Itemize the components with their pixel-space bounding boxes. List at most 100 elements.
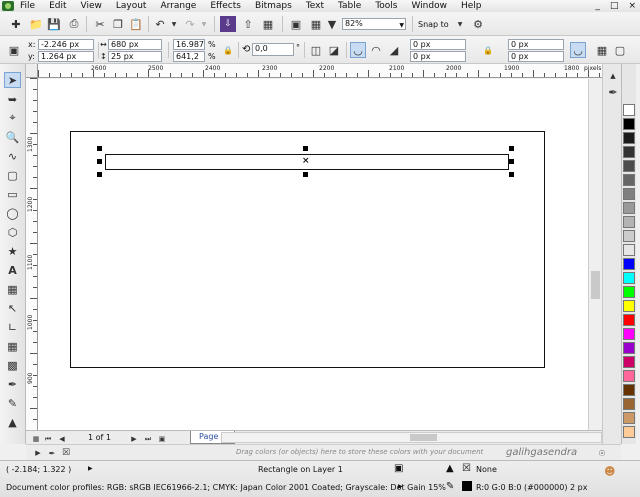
horizontal-ruler[interactable]: 2600 2500 2400 2300 2200 2100 2000 1900 … xyxy=(38,64,602,78)
palette-swatch[interactable] xyxy=(623,328,635,340)
app-icon[interactable] xyxy=(2,1,14,11)
palette-swatch[interactable] xyxy=(623,244,635,256)
drawing-canvas[interactable]: × xyxy=(38,79,588,430)
rectangle-tool-icon[interactable]: ▭ xyxy=(4,186,21,202)
menu-layout[interactable]: Layout xyxy=(116,1,147,11)
height-field[interactable]: 25 px xyxy=(108,51,162,62)
polygon-tool-icon[interactable]: ⬡ xyxy=(4,224,21,240)
crop-tool-icon[interactable]: ⌖ xyxy=(4,110,21,126)
width-field[interactable]: 680 px xyxy=(108,39,162,50)
fill-tool-icon[interactable]: ▲ xyxy=(4,414,21,430)
ellipse-tool-icon[interactable]: ◯ xyxy=(4,205,21,221)
palette-swatch[interactable] xyxy=(623,426,635,438)
eyedropper-tool-icon[interactable]: ✒ xyxy=(4,376,21,392)
selection-handle[interactable] xyxy=(97,159,102,164)
menu-view[interactable]: View xyxy=(81,1,102,11)
palette-swatch[interactable] xyxy=(623,258,635,270)
to-front-icon[interactable]: ▢ xyxy=(612,42,628,58)
welcome-screen-icon[interactable]: ▣ xyxy=(288,16,304,32)
palette-swatch[interactable] xyxy=(623,370,635,382)
palette-swatch[interactable] xyxy=(623,132,635,144)
ruler-origin[interactable] xyxy=(26,64,38,78)
palette-scroll-up-icon[interactable]: ▲ xyxy=(605,68,621,84)
corner-radius-top-left[interactable]: 0 px xyxy=(410,39,466,50)
parallel-dimension-tool-icon[interactable]: ↖ xyxy=(4,300,21,316)
horizontal-scroll-thumb[interactable] xyxy=(410,434,437,441)
export-icon[interactable]: ⇧ xyxy=(240,16,256,32)
menu-help[interactable]: Help xyxy=(461,1,482,11)
import-icon[interactable]: ⇩ xyxy=(220,16,236,32)
menu-file[interactable]: File xyxy=(20,1,35,11)
vertical-scroll-thumb[interactable] xyxy=(591,271,600,299)
scale-x-field[interactable]: 16.987, xyxy=(173,39,205,50)
menu-table[interactable]: Table xyxy=(338,1,361,11)
palette-swatch[interactable] xyxy=(623,398,635,410)
palette-swatch[interactable] xyxy=(623,104,635,116)
palette-swatch[interactable] xyxy=(623,160,635,172)
outline-pen-tool-icon[interactable]: ✎ xyxy=(4,395,21,411)
palette-swatch[interactable] xyxy=(623,174,635,186)
lock-corners-icon[interactable]: 🔒 xyxy=(480,42,496,58)
open-folder-icon[interactable]: 📁 xyxy=(28,16,44,32)
menu-edit[interactable]: Edit xyxy=(49,1,66,11)
palette-swatch[interactable] xyxy=(623,412,635,424)
vertical-ruler[interactable]: 1300 1200 1100 1000 900 xyxy=(26,78,38,430)
table-tool-icon[interactable]: ▦ xyxy=(4,281,21,297)
print-icon[interactable]: ⎙ xyxy=(66,16,82,32)
selection-handle[interactable] xyxy=(509,146,514,151)
palette-swatch[interactable] xyxy=(623,202,635,214)
horizontal-scrollbar[interactable] xyxy=(221,432,602,443)
blend-tool-icon[interactable]: ▦ xyxy=(4,338,21,354)
new-document-icon[interactable]: ✚ xyxy=(8,16,24,32)
palette-swatch[interactable] xyxy=(623,146,635,158)
freehand-tool-icon[interactable]: ∿ xyxy=(4,148,21,164)
basic-shapes-tool-icon[interactable]: ★ xyxy=(4,243,21,259)
selection-handle[interactable] xyxy=(97,172,102,177)
cut-icon[interactable]: ✂ xyxy=(92,16,108,32)
paste-icon[interactable]: 📋 xyxy=(128,16,144,32)
no-color-icon[interactable]: ☒ xyxy=(58,445,74,461)
menu-effects[interactable]: Effects xyxy=(210,1,241,11)
zoom-level-dropdown[interactable]: 82% ▼ xyxy=(342,18,406,30)
menu-window[interactable]: Window xyxy=(411,1,447,11)
selection-handle[interactable] xyxy=(509,159,514,164)
save-icon[interactable]: 💾 xyxy=(46,16,62,32)
menu-text[interactable]: Text xyxy=(306,1,324,11)
wrap-text-icon[interactable]: ▦ xyxy=(594,42,610,58)
corel-online-icon[interactable]: ▦ xyxy=(308,16,324,32)
palette-swatch[interactable] xyxy=(623,384,635,396)
copy-icon[interactable]: ❐ xyxy=(110,16,126,32)
rotation-field[interactable]: 0,0 xyxy=(252,43,294,56)
menu-bitmaps[interactable]: Bitmaps xyxy=(255,1,292,11)
corner-radius-bottom-right[interactable]: 0 px xyxy=(508,51,564,62)
x-position-field[interactable]: -2.246 px xyxy=(38,39,94,50)
vertical-scrollbar[interactable] xyxy=(588,79,602,430)
palette-swatch[interactable] xyxy=(623,230,635,242)
connector-tool-icon[interactable]: ∟ xyxy=(4,319,21,335)
scale-y-field[interactable]: 641,2 xyxy=(173,51,205,62)
mirror-horizontal-icon[interactable]: ◫ xyxy=(308,42,324,58)
object-origin-icon[interactable]: ▣ xyxy=(6,42,22,58)
palette-swatch[interactable] xyxy=(623,216,635,228)
eyedropper-icon[interactable]: ✒ xyxy=(605,84,621,100)
close-button[interactable]: × xyxy=(628,1,636,11)
palette-swatch[interactable] xyxy=(623,342,635,354)
transparency-tool-icon[interactable]: ▩ xyxy=(4,357,21,373)
palette-swatch[interactable] xyxy=(623,286,635,298)
document-palette-bar[interactable]: ▶ ✒ ☒ Drag colors (or objects) here to s… xyxy=(26,444,621,460)
palette-swatch[interactable] xyxy=(623,118,635,130)
user-icon[interactable]: ☻ xyxy=(604,465,615,478)
pick-tool-icon[interactable]: ➤ xyxy=(4,72,21,88)
palette-swatch[interactable] xyxy=(623,188,635,200)
y-position-field[interactable]: 1.264 px xyxy=(38,51,94,62)
color-profiles[interactable]: Document color profiles: RGB: sRGB IEC61… xyxy=(6,483,446,492)
chevron-down-icon[interactable]: ▼ xyxy=(452,16,468,32)
scalloped-corner-icon[interactable]: ◠ xyxy=(368,42,384,58)
zoom-tool-icon[interactable]: 🔍 xyxy=(4,129,21,145)
selection-handle[interactable] xyxy=(97,146,102,151)
zoom-in-icon[interactable]: ▼ xyxy=(324,16,340,32)
selection-handle[interactable] xyxy=(303,146,308,151)
options-icon[interactable]: ⚙ xyxy=(470,16,486,32)
chamfered-corner-icon[interactable]: ◢ xyxy=(386,42,402,58)
palette-swatch[interactable] xyxy=(623,314,635,326)
